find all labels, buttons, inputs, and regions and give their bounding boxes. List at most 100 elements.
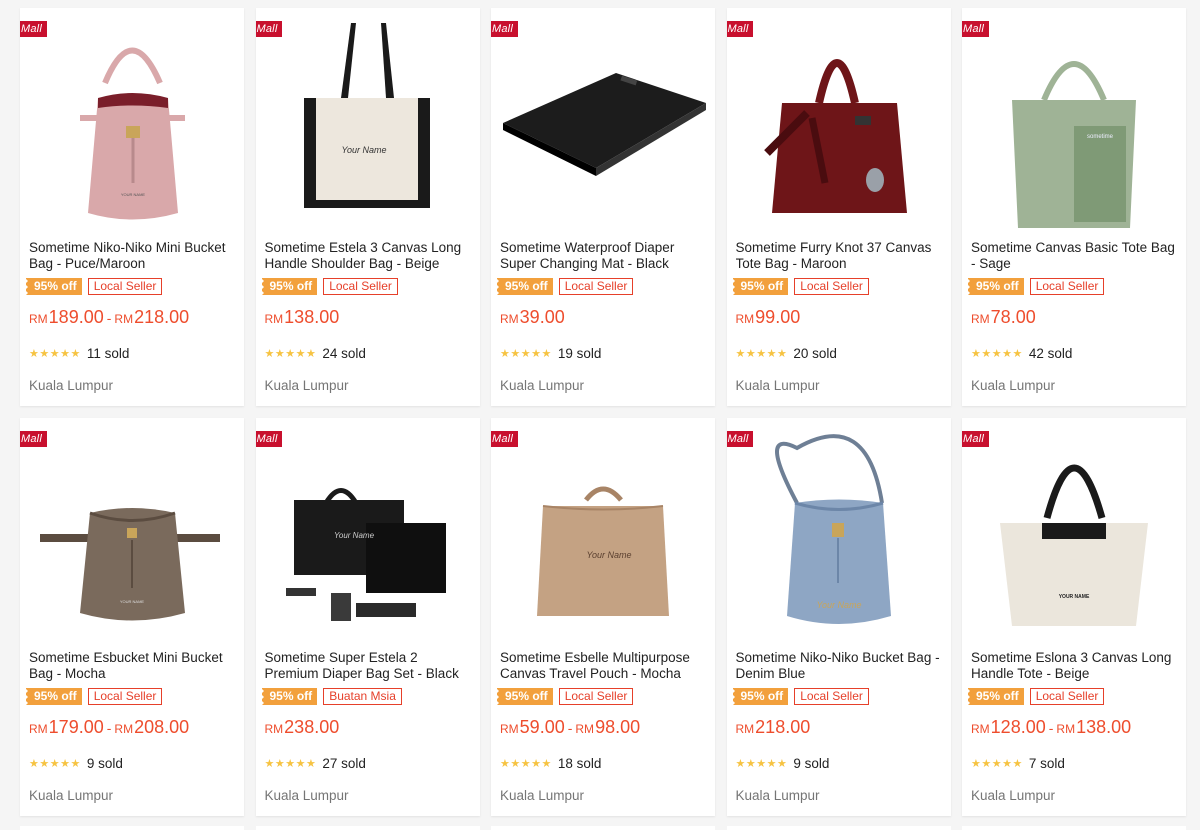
product-title[interactable]: Sometime Waterproof Diaper Super Changin… — [500, 240, 707, 272]
product-title[interactable]: Sometime Esbucket Mini Bucket Bag - Moch… — [29, 650, 236, 682]
product-image[interactable]: Your Name — [726, 418, 951, 642]
product-card-peek[interactable] — [726, 826, 951, 830]
rating-row: ★★★★★ 18 sold — [500, 756, 601, 771]
svg-text:YOUR NAME: YOUR NAME — [120, 599, 145, 604]
discount-badge: 95% off — [732, 688, 789, 705]
sold-count: 7 sold — [1028, 756, 1065, 771]
star-rating-icon: ★★★★★ — [971, 758, 1023, 770]
product-card-peek[interactable] — [255, 826, 480, 830]
rating-row: ★★★★★ 19 sold — [500, 346, 601, 361]
product-image[interactable] — [491, 8, 715, 232]
discount-badge: 95% off — [497, 688, 553, 705]
product-card-peek[interactable] — [20, 826, 244, 830]
product-title[interactable]: Sometime Furry Knot 37 Canvas Tote Bag -… — [736, 240, 943, 272]
discount-badge: 95% off — [26, 688, 82, 705]
discount-badge: 95% off — [261, 278, 318, 295]
currency-label: RM — [971, 722, 990, 736]
product-image[interactable]: Your Name — [255, 8, 480, 232]
product-image[interactable]: YOUR NAME — [962, 418, 1186, 642]
product-title[interactable]: Sometime Esbelle Multipurpose Canvas Tra… — [500, 650, 707, 682]
mall-badge: Mall — [962, 431, 989, 447]
star-rating-icon: ★★★★★ — [735, 348, 788, 360]
seller-location: Kuala Lumpur — [971, 788, 1056, 803]
product-image[interactable]: Your Name — [255, 418, 480, 642]
currency-label: RM — [29, 312, 48, 326]
product-title[interactable]: Sometime Niko-Niko Mini Bucket Bag - Puc… — [29, 240, 236, 272]
product-card[interactable]: Mall YOUR NAME Sometime Niko-Niko Mini B… — [20, 8, 244, 406]
star-rating-icon: ★★★★★ — [264, 348, 317, 360]
seller-badge: Local Seller — [794, 688, 869, 705]
product-title[interactable]: Sometime Super Estela 2 Premium Diaper B… — [265, 650, 472, 682]
price-high: 218.00 — [134, 307, 190, 327]
product-card[interactable]: Mall sometime Sometime Canvas Basic Tote… — [962, 8, 1186, 406]
rating-row: ★★★★★ 20 sold — [736, 346, 837, 361]
price-high: 138.00 — [1076, 717, 1132, 737]
rating-row: ★★★★★ 24 sold — [265, 346, 366, 361]
seller-location: Kuala Lumpur — [264, 378, 349, 393]
product-image[interactable]: sometime — [962, 8, 1186, 232]
price-range-separator: - — [1048, 720, 1054, 736]
seller-location: Kuala Lumpur — [500, 378, 585, 393]
product-image[interactable]: Your Name — [491, 418, 715, 642]
product-image[interactable]: YOUR NAME — [20, 8, 244, 232]
currency-label: RM — [29, 722, 48, 736]
seller-badge: Local Seller — [323, 278, 398, 295]
product-title[interactable]: Sometime Canvas Basic Tote Bag - Sage — [971, 240, 1178, 272]
product-price: RM59.00- RM98.00 — [500, 716, 640, 740]
discount-badge: 95% off — [261, 688, 318, 705]
product-image[interactable] — [726, 8, 951, 232]
price-low: 179.00 — [48, 717, 104, 737]
badge-row: 95% off Local Seller — [732, 688, 869, 705]
product-card[interactable]: Mall Your Name Sometime Niko-Niko Bucket… — [726, 418, 951, 816]
product-card[interactable]: Mall YOUR NAME Sometime Esbucket Mini Bu… — [20, 418, 244, 816]
product-card[interactable]: Mall YOUR NAME Sometime Eslona 3 Canvas … — [962, 418, 1186, 816]
svg-text:YOUR NAME: YOUR NAME — [1059, 594, 1090, 600]
product-card[interactable]: Mall Your Name Sometime Super Estela 2 P… — [255, 418, 480, 816]
seller-location: Kuala Lumpur — [500, 788, 585, 803]
star-rating-icon: ★★★★★ — [735, 758, 788, 770]
badge-row: 95% off Local Seller — [26, 688, 163, 705]
discount-badge: 95% off — [732, 278, 789, 295]
svg-text:Your Name: Your Name — [816, 600, 861, 610]
svg-text:Your Name: Your Name — [586, 550, 631, 560]
mall-badge: Mall — [255, 21, 283, 37]
product-title[interactable]: Sometime Eslona 3 Canvas Long Handle Tot… — [971, 650, 1178, 682]
mall-badge: Mall — [255, 431, 283, 447]
currency-label: RM — [971, 312, 990, 326]
badge-row: 95% off Local Seller — [968, 278, 1105, 295]
product-card-peek[interactable] — [962, 826, 1186, 830]
price-range-separator: - — [106, 720, 112, 736]
currency-label: RM — [575, 722, 595, 736]
seller-badge: Local Seller — [1029, 278, 1105, 295]
discount-badge: 95% off — [968, 278, 1024, 295]
product-title[interactable]: Sometime Niko-Niko Bucket Bag - Denim Bl… — [736, 650, 943, 682]
seller-location: Kuala Lumpur — [735, 788, 820, 803]
price-low: 189.00 — [48, 307, 104, 327]
badge-row: 95% off Buatan Msia — [261, 688, 402, 705]
currency-label: RM — [264, 312, 284, 326]
price-range-separator: - — [106, 310, 112, 326]
product-price: RM189.00- RM218.00 — [29, 306, 189, 330]
svg-text:Your Name: Your Name — [341, 145, 386, 155]
product-image[interactable]: YOUR NAME — [20, 418, 244, 642]
price-low: 99.00 — [755, 307, 801, 327]
product-price: RM128.00- RM138.00 — [971, 716, 1131, 740]
sold-count: 11 sold — [86, 346, 130, 361]
product-title[interactable]: Sometime Estela 3 Canvas Long Handle Sho… — [265, 240, 472, 272]
product-card[interactable]: Mall Sometime Furry Knot 37 Canvas Tote … — [726, 8, 951, 406]
sold-count: 18 sold — [557, 756, 602, 771]
price-low: 128.00 — [990, 717, 1046, 737]
product-card[interactable]: Mall Your Name Sometime Estela 3 Canvas … — [255, 8, 480, 406]
rating-row: ★★★★★ 11 sold — [29, 346, 129, 361]
rating-row: ★★★★★ 9 sold — [29, 756, 123, 771]
star-rating-icon: ★★★★★ — [500, 348, 552, 360]
product-price: RM99.00 — [736, 306, 801, 330]
currency-label: RM — [114, 312, 134, 326]
rating-row: ★★★★★ 42 sold — [971, 346, 1072, 361]
mall-badge: Mall — [20, 21, 47, 37]
product-card-peek[interactable] — [491, 826, 715, 830]
next-row-peek — [20, 826, 1186, 830]
product-card[interactable]: Mall Sometime Waterproof Diaper Super Ch… — [491, 8, 715, 406]
product-card[interactable]: Mall Your Name Sometime Esbelle Multipur… — [491, 418, 715, 816]
star-rating-icon: ★★★★★ — [500, 758, 552, 770]
